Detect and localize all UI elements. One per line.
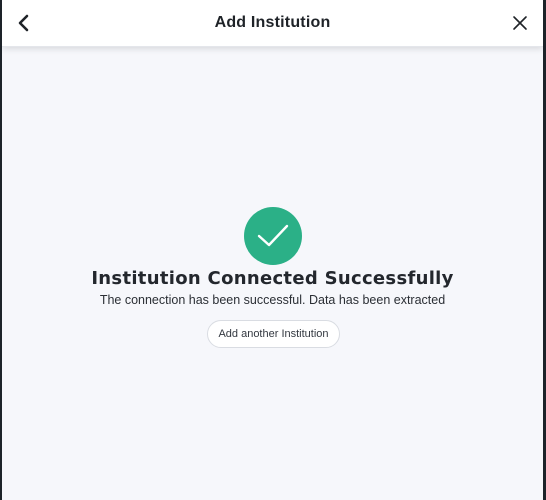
success-title: Institution Connected Successfully	[91, 268, 454, 289]
add-another-institution-button[interactable]: Add another Institution	[207, 320, 340, 348]
close-button[interactable]	[506, 9, 534, 37]
close-icon	[513, 16, 527, 30]
modal-header: Add Institution	[2, 0, 543, 47]
modal-title: Add Institution	[214, 14, 331, 31]
success-badge	[244, 207, 302, 265]
checkmark-icon	[257, 224, 289, 247]
success-message: The connection has been successful. Data…	[99, 293, 446, 307]
add-institution-modal: Add Institution Institution Connected Su…	[2, 0, 543, 500]
